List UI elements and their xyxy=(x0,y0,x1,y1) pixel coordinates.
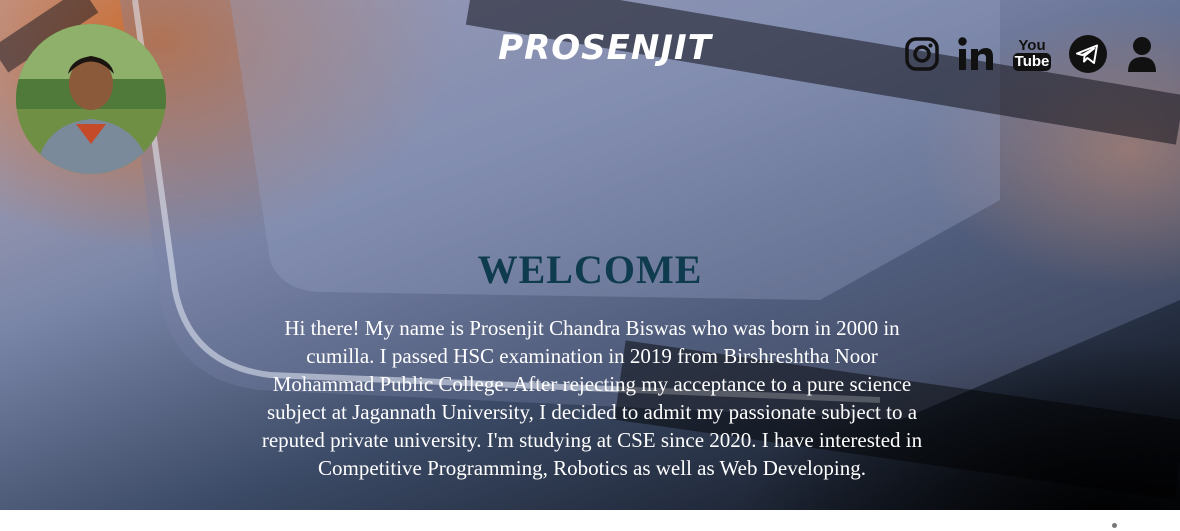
user-icon[interactable] xyxy=(1124,34,1160,74)
linkedin-icon[interactable] xyxy=(956,34,996,74)
site-brand[interactable]: PROSENJIT xyxy=(430,28,780,68)
profile-avatar xyxy=(16,24,166,174)
telegram-icon[interactable] xyxy=(1066,34,1110,74)
welcome-heading: WELCOME xyxy=(477,247,703,292)
youtube-you-text: You xyxy=(1018,36,1046,54)
youtube-icon[interactable]: You Tube xyxy=(1012,34,1052,74)
bio-paragraph: Hi there! My name is Prosenjit Chandra B… xyxy=(261,316,923,480)
instagram-icon[interactable] xyxy=(902,34,942,74)
youtube-tube-text: Tube xyxy=(1012,52,1052,71)
scroll-indicator xyxy=(1112,523,1117,528)
hero-section: PROSENJIT You Tube WELCOME Hi there! My … xyxy=(0,0,1180,510)
